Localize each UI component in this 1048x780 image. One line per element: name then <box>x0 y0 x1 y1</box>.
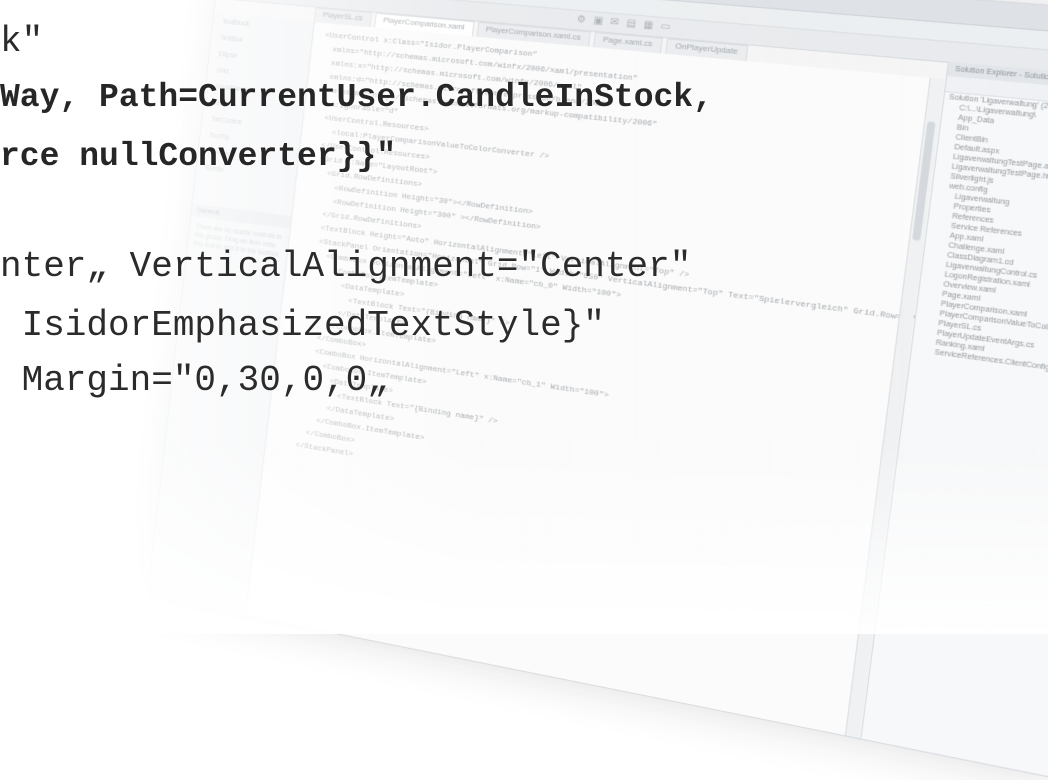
overlay-code-line-2: Way, Path=CurrentUser.CandleInStock, <box>0 79 713 116</box>
overlay-code-line-5: IsidorEmphasizedTextStyle}" <box>0 305 605 346</box>
toolbar-icons[interactable]: ⚙ ▣ ✉ ▤ ▦ ▭ <box>576 14 673 34</box>
overlay-code-line-6: Margin="0,30,0,0„ <box>0 360 389 401</box>
overlay-code-line-3: rce nullConverter}}" <box>0 138 397 175</box>
overlay-code-line-1: k" <box>0 21 44 62</box>
overlay-code-line-4: nter„ VerticalAlignment="Center" <box>0 246 692 287</box>
